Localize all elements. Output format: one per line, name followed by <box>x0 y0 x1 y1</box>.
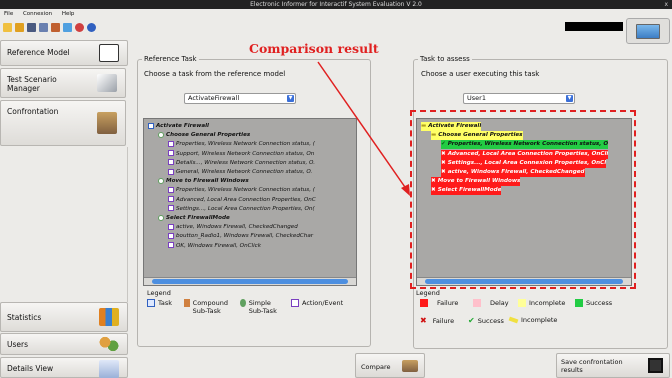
compare-label: Compare <box>361 363 391 371</box>
scales-icon <box>402 360 418 372</box>
compare-button[interactable]: Compare <box>355 353 425 378</box>
save-icon <box>648 358 663 373</box>
save-confrontation-button[interactable]: Save confrontation results <box>556 353 670 378</box>
save-label: Save confrontation results <box>561 358 623 374</box>
annotation-arrow <box>317 61 410 196</box>
